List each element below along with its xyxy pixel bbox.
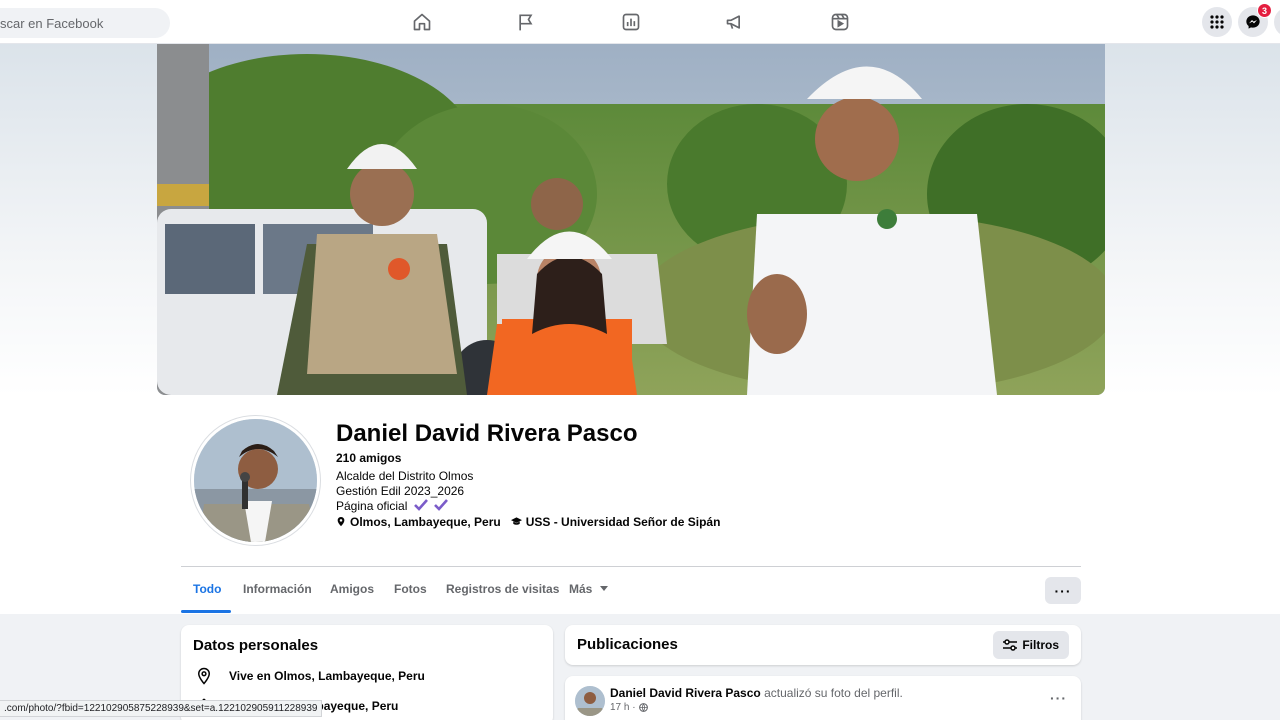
post-options-button[interactable]: ··· <box>1050 690 1067 706</box>
avatar-image <box>575 686 605 716</box>
checkmark-icon <box>413 499 428 511</box>
top-navigation-bar: scar en Facebook 3 <box>0 0 1280 44</box>
location-detail: Olmos, Lambayeque, Peru <box>336 515 501 529</box>
post-author-avatar[interactable] <box>575 686 605 716</box>
location-text: Olmos, Lambayeque, Peru <box>350 515 501 529</box>
bio-line-1: Alcalde del Distrito Olmos <box>336 469 474 483</box>
profile-name: Daniel David Rivera Pasco <box>336 420 638 447</box>
profile-details: Olmos, Lambayeque, Peru USS - Universida… <box>336 515 720 529</box>
profile-picture[interactable] <box>191 416 320 545</box>
post-card: Daniel David Rivera Pasco actualizó su f… <box>565 676 1081 720</box>
location-pin-icon <box>337 517 345 527</box>
more-options-button[interactable]: ··· <box>1045 577 1081 604</box>
apps-grid-icon <box>1210 15 1224 29</box>
personal-info-title: Datos personales <box>193 637 319 654</box>
graduation-cap-icon <box>510 517 522 525</box>
active-tab-indicator <box>181 610 231 613</box>
megaphone-icon[interactable] <box>725 12 745 32</box>
tab-amigos[interactable]: Amigos <box>330 582 374 596</box>
lives-in-text: Vive en Olmos, Lambayeque, Peru <box>229 669 425 683</box>
filters-label: Filtros <box>1022 638 1059 652</box>
post-header: Daniel David Rivera Pasco actualizó su f… <box>610 686 903 700</box>
tab-mas-label: Más <box>569 582 593 596</box>
tab-fotos[interactable]: Fotos <box>394 582 427 596</box>
tab-mas[interactable]: Más <box>569 582 608 596</box>
tabs-divider <box>181 566 1081 567</box>
messenger-icon <box>1246 15 1260 29</box>
cover-photo-image <box>157 44 1105 395</box>
tab-todo[interactable]: Todo <box>193 582 221 596</box>
posts-title: Publicaciones <box>577 636 678 653</box>
account-button[interactable] <box>1274 7 1280 37</box>
friends-count[interactable]: 210 amigos <box>336 451 401 465</box>
globe-icon <box>638 703 648 712</box>
home-icon[interactable] <box>412 12 432 32</box>
tab-registros-de-visitas[interactable]: Registros de visitas <box>446 582 559 596</box>
flag-icon[interactable] <box>516 12 536 32</box>
info-row-lives-in: Vive en Olmos, Lambayeque, Peru <box>195 667 425 685</box>
checkmark-icon <box>434 499 449 511</box>
messenger-button[interactable]: 3 <box>1238 3 1272 37</box>
search-input[interactable]: scar en Facebook <box>0 8 170 38</box>
bio-line-3: Página oficial <box>336 499 449 513</box>
location-pin-icon <box>197 667 211 685</box>
post-author-name[interactable]: Daniel David Rivera Pasco <box>610 686 761 700</box>
cover-photo[interactable] <box>157 44 1105 395</box>
status-bar-url: .com/photo/?fbid=122102905875228939&set=… <box>0 700 323 717</box>
post-timestamp: 17 h · <box>610 702 648 713</box>
education-detail: USS - Universidad Señor de Sipán <box>510 515 721 529</box>
bio-line-3-text: Página oficial <box>336 499 408 513</box>
reels-icon[interactable] <box>830 12 850 32</box>
filters-button[interactable]: Filtros <box>993 631 1069 659</box>
notification-badge: 3 <box>1257 3 1272 18</box>
post-time-text[interactable]: 17 h · <box>610 702 636 713</box>
profile-picture-image <box>194 419 317 542</box>
insights-icon[interactable] <box>621 12 641 32</box>
post-action-text: actualizó su foto del perfil. <box>764 686 903 700</box>
chevron-down-icon <box>599 586 608 591</box>
search-placeholder: scar en Facebook <box>0 16 104 31</box>
education-text: USS - Universidad Señor de Sipán <box>525 515 721 529</box>
more-options-dots: ··· <box>1054 582 1072 599</box>
tab-informacion[interactable]: Información <box>243 582 312 596</box>
posts-header-card: Publicaciones Filtros <box>565 625 1081 665</box>
bio-line-2: Gestión Edil 2023_2026 <box>336 484 465 498</box>
filters-icon <box>1003 639 1018 651</box>
apps-menu-button[interactable] <box>1202 7 1232 37</box>
